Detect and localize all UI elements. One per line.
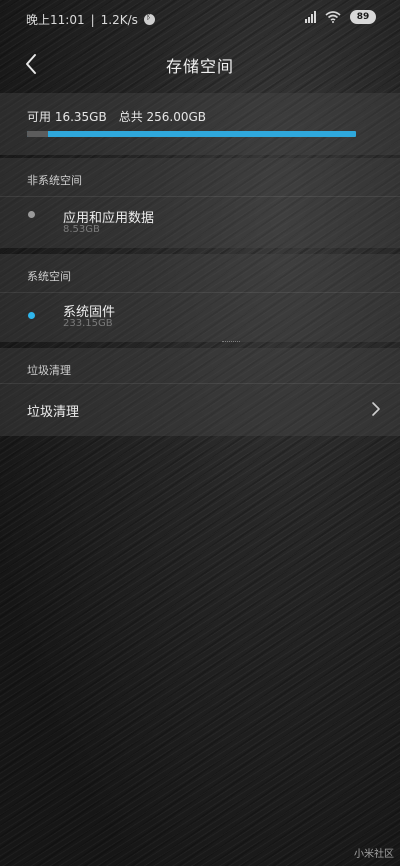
apps-data-item[interactable]: 应用和应用数据 8.53GB [0, 197, 400, 247]
header: 存储空间 [0, 36, 400, 92]
cleanup-header: 垃圾清理 [27, 364, 71, 377]
non-system-section: 非系统空间 应用和应用数据 8.53GB [0, 158, 400, 248]
wifi-icon [325, 11, 341, 23]
storage-summary-panel: 可用 16.35GB 总共 256.00GB [0, 93, 400, 155]
storage-usage-bar [27, 131, 356, 137]
system-firmware-size: 233.15GB [63, 318, 113, 329]
system-header: 系统空间 [27, 270, 71, 283]
bluetooth-icon [143, 12, 155, 25]
status-left: 晚上11:01 | 1.2K/s [26, 11, 155, 28]
status-right: 89 [305, 10, 376, 24]
battery-icon: 89 [350, 10, 376, 24]
non-system-header: 非系统空间 [27, 174, 82, 187]
cleanup-row[interactable]: 垃圾清理 [0, 384, 400, 436]
signal-icon [305, 11, 316, 23]
total-storage: 总共 256.00GB [118, 110, 207, 124]
cleanup-section: 垃圾清理 垃圾清理 [0, 348, 400, 436]
available-storage: 可用 16.35GB [27, 110, 107, 124]
system-firmware-dot [28, 312, 35, 319]
network-speed: 1.2K/s [100, 12, 138, 27]
apps-data-dot [28, 211, 35, 218]
system-firmware-item[interactable]: 系统固件 233.15GB [0, 293, 400, 341]
system-section: 系统空间 系统固件 233.15GB [0, 254, 400, 342]
apps-data-size: 8.53GB [63, 224, 100, 235]
page-title: 存储空间 [165, 57, 234, 76]
drag-handle [222, 341, 240, 344]
storage-free-segment [27, 131, 49, 137]
status-time: 晚上11:01 [26, 13, 85, 27]
status-bar: 晚上11:01 | 1.2K/s 89 [0, 0, 400, 36]
watermark: 小米社区 [354, 849, 394, 860]
status-separator: | [90, 12, 95, 27]
cleanup-label: 垃圾清理 [27, 405, 80, 420]
chevron-right-icon [372, 402, 380, 416]
storage-usage-text: 可用 16.35GB 总共 256.00GB [27, 108, 206, 125]
